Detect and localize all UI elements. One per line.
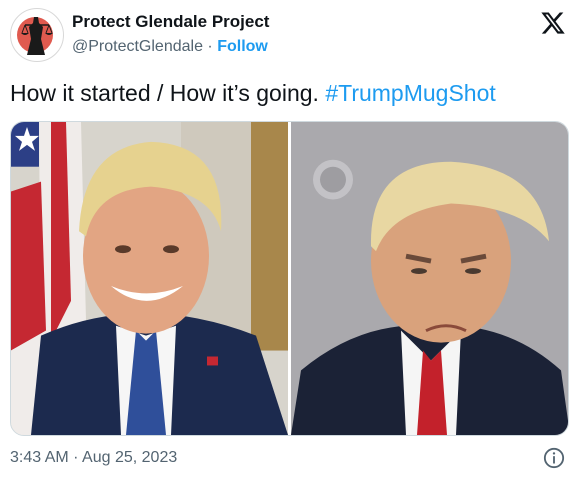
info-icon[interactable] xyxy=(543,447,565,469)
tweet-text: How it started / How it’s going. #TrumpM… xyxy=(10,80,496,107)
x-logo-icon[interactable] xyxy=(540,10,566,36)
follow-button[interactable]: Follow xyxy=(217,38,268,55)
lady-justice-logo-icon xyxy=(17,17,53,55)
author-display-name[interactable]: Protect Glendale Project xyxy=(72,12,269,32)
media-grid xyxy=(10,121,569,436)
avatar[interactable] xyxy=(10,8,64,62)
author-handle[interactable]: @ProtectGlendale xyxy=(72,38,203,55)
author-handle-row: @ProtectGlendale · Follow xyxy=(72,38,268,56)
handle-separator: · xyxy=(202,38,218,55)
portrait-photo[interactable] xyxy=(11,122,288,435)
tweet-timestamp[interactable]: 3:43 AM · Aug 25, 2023 xyxy=(10,449,177,467)
hashtag-link[interactable]: #TrumpMugShot xyxy=(325,80,495,106)
tweet-body: How it started / How it’s going. xyxy=(10,80,326,106)
mugshot-photo[interactable] xyxy=(291,122,569,435)
